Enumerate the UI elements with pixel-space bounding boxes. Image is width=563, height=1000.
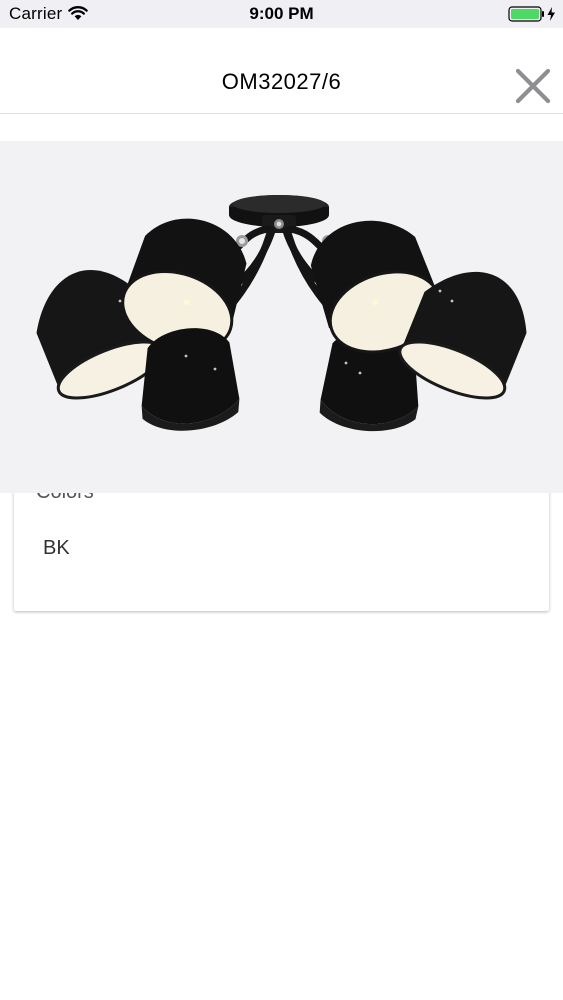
battery-charging-icon	[508, 6, 558, 22]
navigation-bar: OM32027/6	[0, 28, 563, 114]
close-button[interactable]	[505, 58, 561, 114]
product-image	[0, 141, 563, 493]
color-value: BK	[43, 537, 70, 559]
status-time: 9:00 PM	[249, 4, 314, 23]
chandelier-illustration	[36, 195, 527, 432]
page-title: OM32027/6	[221, 69, 342, 94]
status-bar: Carrier 9:00 PM	[0, 0, 563, 28]
close-icon	[515, 68, 551, 104]
